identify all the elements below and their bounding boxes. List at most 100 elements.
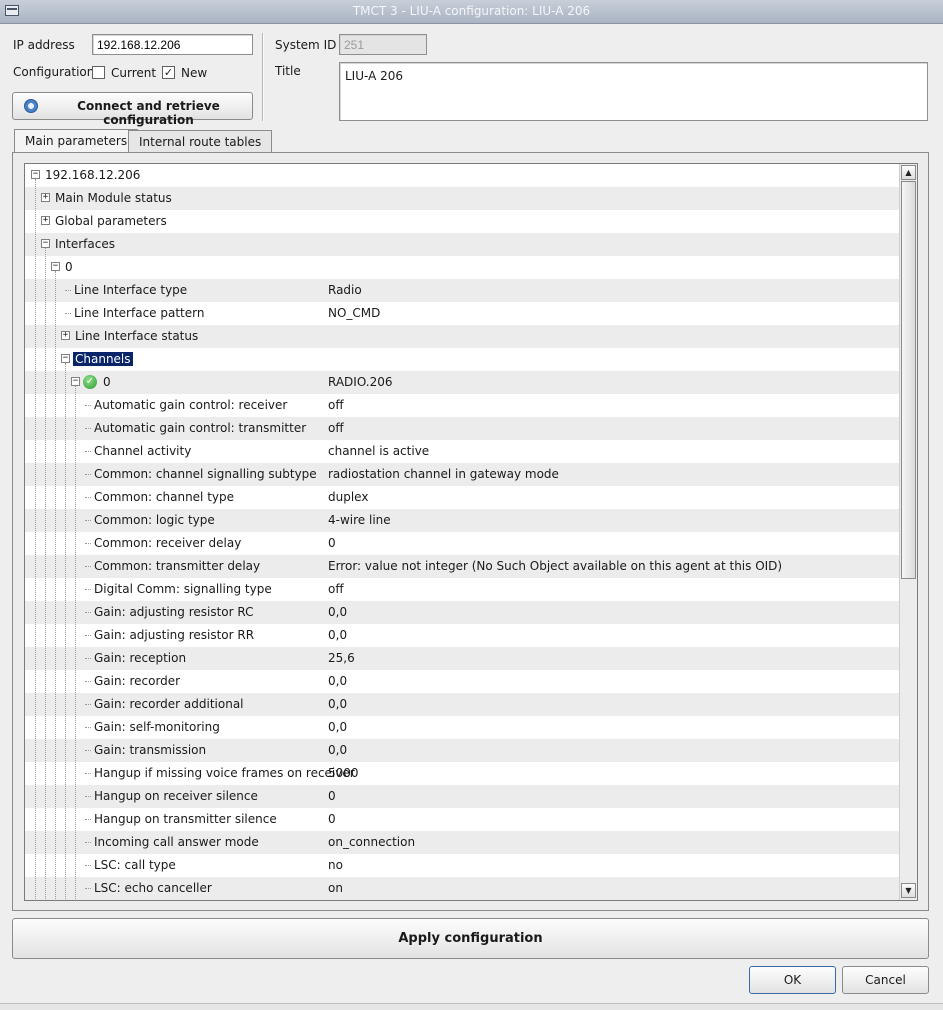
tree-row-value: Radio [328,283,362,297]
tree-row[interactable]: − Channels [25,348,901,371]
tree-row[interactable]: Digital Comm: signalling type off [25,578,901,601]
parameter-tree[interactable]: −192.168.12.206 + Main Module status + Globa… [24,163,918,901]
tree-row[interactable]: Gain: adjusting resistor RR 0,0 [25,624,901,647]
title-textarea[interactable]: LIU-A 206 [339,62,928,121]
tree-row-label: 0 [65,260,73,274]
tree-connector-line [85,842,91,843]
tree-row[interactable]: Gain: adjusting resistor RC 0,0 [25,601,901,624]
tree-row[interactable]: Common: receiver delay 0 [25,532,901,555]
tree-row[interactable]: Gain: self-monitoring 0,0 [25,716,901,739]
tree-row[interactable]: Hangup on transmitter silence 0 [25,808,901,831]
tab-main-parameters[interactable]: Main parameters [14,129,139,154]
tree-row[interactable]: LSC: echo canceller on [25,877,901,900]
tree-row[interactable]: Automatic gain control: transmitter off [25,417,901,440]
ok-button[interactable]: OK [749,966,836,994]
tree-vertical-scrollbar[interactable]: ▲ ▼ [899,164,917,900]
tree-row-value: 0,0 [328,720,348,734]
connect-retrieve-button[interactable]: Connect and retrieve configuration [12,92,253,127]
tree-connector-line [85,681,91,682]
tree-row-value: radiostation channel in gateway mode [328,467,559,481]
tree-connector-line [85,865,91,866]
tree-row[interactable]: Automatic gain control: receiver off [25,394,901,417]
window-title: TMCT 3 - LIU-A configuration: LIU-A 206 [352,4,591,18]
apply-configuration-button[interactable]: Apply configuration [12,918,929,959]
tree-row-name: Channel activity [94,444,192,458]
tree-row[interactable]: Line Interface pattern NO_CMD [25,302,901,325]
system-id-label: System ID [275,38,337,52]
expand-plus-icon[interactable]: + [61,331,70,340]
tree-row[interactable]: LSC: call type no [25,854,901,877]
scroll-down-arrow-icon[interactable]: ▼ [901,883,916,898]
tree-row[interactable]: Common: channel type duplex [25,486,901,509]
tree-row-label: Hangup on transmitter silence [94,812,277,826]
expand-plus-icon[interactable]: + [41,216,50,225]
tree-row[interactable]: Gain: transmission 0,0 [25,739,901,762]
tree-row-value: 0,0 [328,628,348,642]
tree-row[interactable]: Hangup if missing voice frames on receiv… [25,762,901,785]
tree-row[interactable]: − ✓ 0 RADIO.206 [25,371,901,394]
system-id-input [339,34,427,55]
tree-row[interactable]: Channel activity channel is active [25,440,901,463]
tree-row-value: 25,6 [328,651,355,665]
ip-address-input[interactable] [92,34,253,55]
scroll-thumb[interactable] [901,181,916,579]
tree-row-value: RADIO.206 [328,375,393,389]
tree-row-name: LSC: call type [94,858,176,872]
tree-row[interactable]: + Main Module status [25,187,901,210]
tree-guide-line [35,179,36,900]
check-icon: ✓ [83,375,97,389]
tree-row[interactable]: −192.168.12.206 [25,164,901,187]
current-checkbox[interactable] [92,66,105,79]
collapse-minus-icon[interactable]: − [71,377,80,386]
window-title-bar[interactable]: TMCT 3 - LIU-A configuration: LIU-A 206 [0,0,943,24]
tree-row-name: LSC: echo canceller [94,881,212,895]
tree-row-label: Common: channel type [94,490,234,504]
tree-row-name: Main Module status [55,191,172,205]
tree-row-name: Common: transmitter delay [94,559,261,573]
scroll-up-arrow-icon[interactable]: ▲ [901,165,916,180]
tree-row[interactable]: Common: channel signalling subtype radios… [25,463,901,486]
tree-row[interactable]: Common: transmitter delay Error: value no… [25,555,901,578]
collapse-minus-icon[interactable]: − [51,262,60,271]
tree-row-label: Incoming call answer mode [94,835,259,849]
tree-row[interactable]: − Interfaces [25,233,901,256]
cancel-label: Cancel [865,973,906,987]
tree-connector-line [65,313,71,314]
collapse-minus-icon[interactable]: − [41,239,50,248]
expand-plus-icon[interactable]: + [41,193,50,202]
tree-row-label: LSC: call type [94,858,176,872]
tree-row[interactable]: Line Interface type Radio [25,279,901,302]
cancel-button[interactable]: Cancel [842,966,929,994]
tree-row[interactable]: Gain: reception 25,6 [25,647,901,670]
tab-internal-route-tables-label: Internal route tables [139,135,262,149]
tree-rows: −192.168.12.206 + Main Module status + Globa… [25,164,901,900]
tree-row-name: Automatic gain control: receiver [94,398,288,412]
new-checkbox[interactable]: ✓ [162,66,175,79]
tree-row-name: Gain: adjusting resistor RR [94,628,255,642]
tree-row-label: Channels [72,351,134,367]
tree-row[interactable]: Gain: recorder 0,0 [25,670,901,693]
tree-connector-line [85,451,91,452]
collapse-minus-icon[interactable]: − [61,354,70,363]
tree-row[interactable]: + Line Interface status [25,325,901,348]
tree-row-value: 0,0 [328,697,348,711]
new-checkbox-label: New [181,66,208,80]
apply-configuration-label: Apply configuration [398,931,543,946]
tree-row[interactable]: + Global parameters [25,210,901,233]
tree-row[interactable]: Gain: recorder additional 0,0 [25,693,901,716]
tree-row-value: 0 [328,536,336,550]
tree-row-name: 192.168.12.206 [45,168,141,182]
tab-internal-route-tables[interactable]: Internal route tables [128,130,273,154]
tree-guide-line [55,271,56,900]
tree-row[interactable]: Common: logic type 4-wire line [25,509,901,532]
tree-row-label: Gain: recorder additional [94,697,244,711]
tree-row[interactable]: Incoming call answer mode on_connection [25,831,901,854]
tree-row-name: Global parameters [55,214,167,228]
tree-row-label: Gain: self-monitoring [94,720,220,734]
tree-row[interactable]: Hangup on receiver silence 0 [25,785,901,808]
tree-row[interactable]: −0 [25,256,901,279]
tree-row-value: 0 [328,789,336,803]
tree-row-value: on_connection [328,835,416,849]
tree-row-label: Interfaces [55,237,115,251]
collapse-minus-icon[interactable]: − [31,170,40,179]
